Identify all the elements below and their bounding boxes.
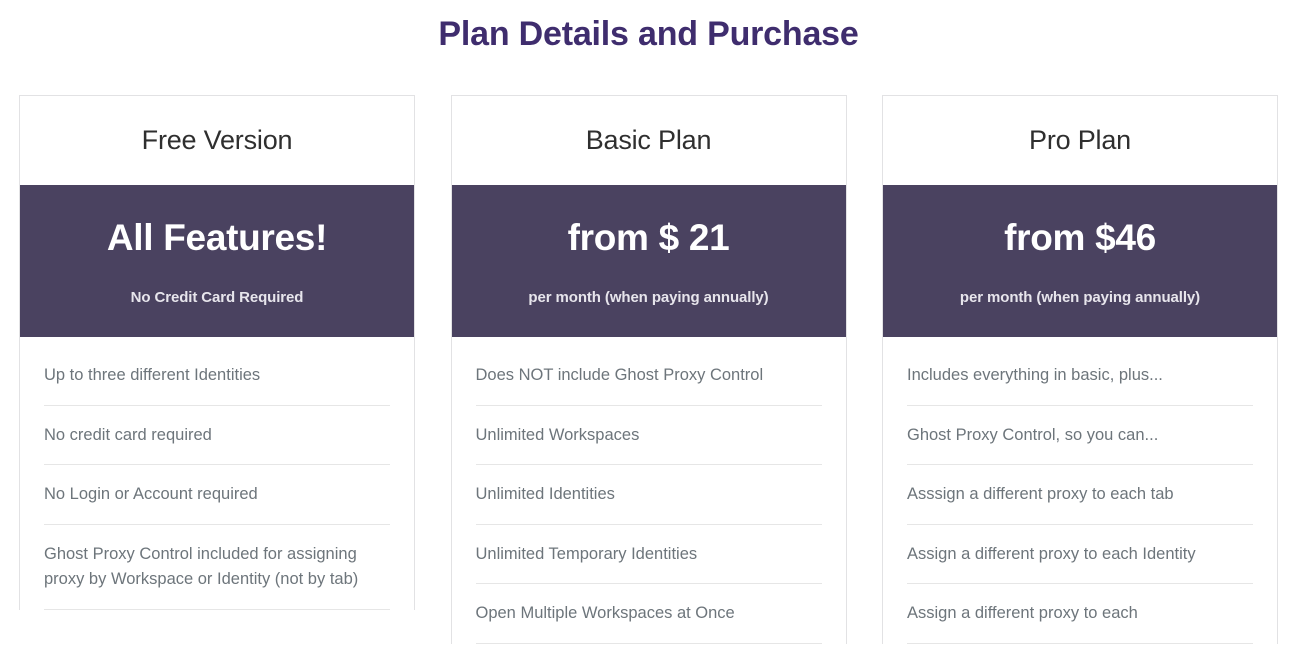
plan-name: Basic Plan xyxy=(585,125,712,155)
plan-price: from $46 xyxy=(1004,217,1156,258)
price-band: from $ 21 per month (when paying annuall… xyxy=(451,185,846,337)
feature-item: Assign a different proxy to each Identit… xyxy=(907,525,1253,585)
feature-item: Unlimited Workspaces xyxy=(475,406,822,466)
plan-price-note: per month (when paying annually) xyxy=(959,289,1201,306)
feature-item: Up to three different Identities xyxy=(44,345,390,406)
plan-name: Pro Plan xyxy=(1029,125,1131,155)
feature-item: Ghost Proxy Control included for assigni… xyxy=(44,525,390,610)
feature-item: Unlimited Identities xyxy=(475,465,822,525)
plan-price-note: No Credit Card Required xyxy=(130,289,304,306)
feature-item: Does NOT include Ghost Proxy Control xyxy=(475,345,822,406)
plan-price: from $ 21 xyxy=(567,217,730,258)
pricing-card-basic-plan[interactable]: Basic Plan from $ 21 per month (when pay… xyxy=(450,95,847,644)
feature-item: Asssign a different proxy to each tab xyxy=(907,465,1253,525)
feature-list: Includes everything in basic, plus... Gh… xyxy=(883,345,1277,644)
feature-item: Open Multiple Workspaces at Once xyxy=(475,584,822,644)
card-header: Free Version xyxy=(20,96,414,185)
pricing-card-free-version[interactable]: Free Version All Features! No Credit Car… xyxy=(19,95,415,610)
pricing-card-pro-plan[interactable]: Pro Plan from $46 per month (when paying… xyxy=(882,95,1278,644)
price-band: from $46 per month (when paying annually… xyxy=(883,185,1277,337)
card-header: Basic Plan xyxy=(452,96,846,185)
feature-item: Assign a different proxy to each xyxy=(907,584,1253,644)
feature-item: Ghost Proxy Control, so you can... xyxy=(907,406,1253,466)
feature-item: Includes everything in basic, plus... xyxy=(907,345,1253,406)
feature-list: Up to three different Identities No cred… xyxy=(20,345,414,610)
page-title: Plan Details and Purchase xyxy=(438,15,859,53)
plan-price: All Features! xyxy=(106,217,328,258)
plan-price-note: per month (when paying annually) xyxy=(528,289,769,306)
feature-item: Unlimited Temporary Identities xyxy=(475,525,822,585)
card-header: Pro Plan xyxy=(883,96,1277,185)
pricing-cards-row: Free Version All Features! No Credit Car… xyxy=(0,95,1297,644)
price-band: All Features! No Credit Card Required xyxy=(20,185,414,337)
pricing-page: Plan Details and Purchase Free Version A… xyxy=(0,0,1297,648)
feature-item: No Login or Account required xyxy=(44,465,390,525)
plan-name: Free Version xyxy=(141,125,293,155)
feature-item: No credit card required xyxy=(44,406,390,466)
feature-list: Does NOT include Ghost Proxy Control Unl… xyxy=(452,345,846,644)
